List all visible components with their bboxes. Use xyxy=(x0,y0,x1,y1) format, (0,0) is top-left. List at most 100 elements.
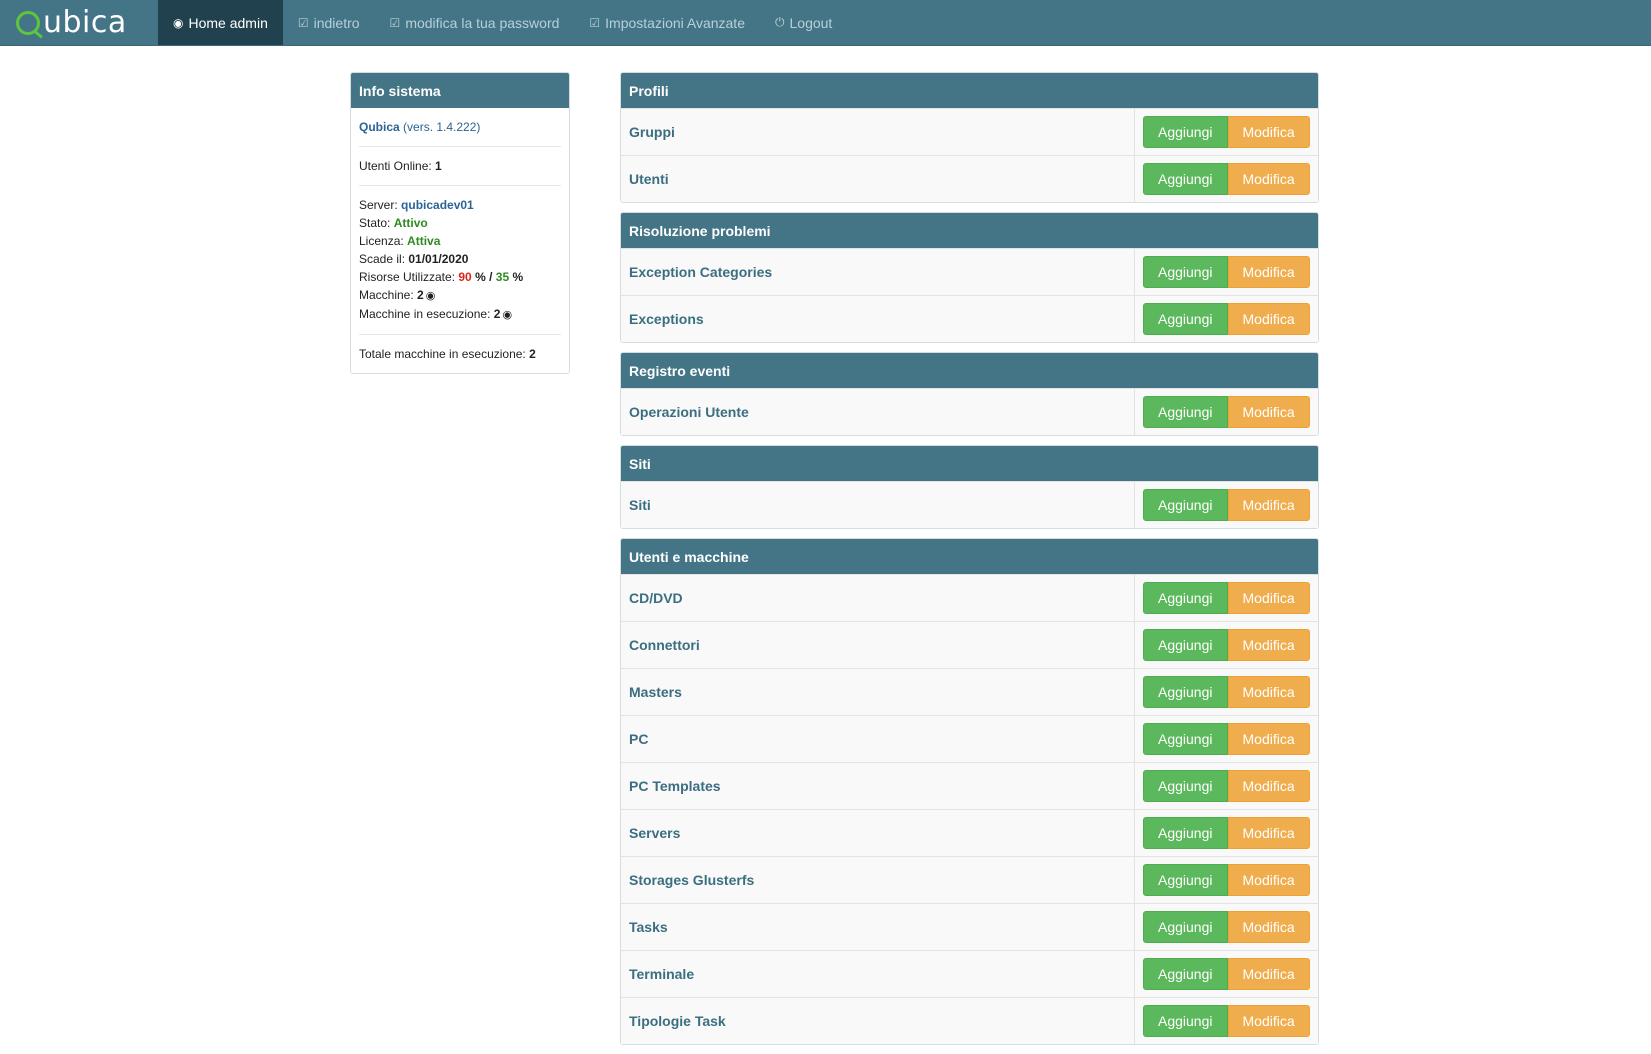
aggiungi-button[interactable]: Aggiungi xyxy=(1143,303,1228,335)
row-actions: Aggiungi Modifica xyxy=(1134,482,1318,528)
version-section: Qubica (vers. 1.4.222) xyxy=(359,108,561,147)
nav-label: Logout xyxy=(789,14,833,31)
aggiungi-button[interactable]: Aggiungi xyxy=(1143,396,1228,428)
eye-icon[interactable]: ◉ xyxy=(426,290,436,302)
aggiungi-button[interactable]: Aggiungi xyxy=(1143,256,1228,288)
row-actions: Aggiungi Modifica xyxy=(1134,575,1318,621)
aggiungi-button[interactable]: Aggiungi xyxy=(1143,1005,1228,1037)
section-risoluzione-problemi: Risoluzione problemi Exception Categories… xyxy=(620,212,1319,343)
aggiungi-button[interactable]: Aggiungi xyxy=(1143,629,1228,661)
risorse-pct: % xyxy=(512,270,524,284)
section-siti: Siti Siti Aggiungi Modifica xyxy=(620,445,1319,529)
row-pc: PC Aggiungi Modifica xyxy=(621,715,1318,762)
nav-logout[interactable]: ⏻ Logout xyxy=(760,0,847,45)
aggiungi-button[interactable]: Aggiungi xyxy=(1143,116,1228,148)
nav-impostazioni-avanzate[interactable]: ☑ Impostazioni Avanzate xyxy=(574,0,760,45)
aggiungi-button[interactable]: Aggiungi xyxy=(1143,489,1228,521)
edit-icon: ☑ xyxy=(297,15,309,30)
modifica-button[interactable]: Modifica xyxy=(1227,582,1310,614)
row-operazioni-utente: Operazioni Utente Aggiungi Modifica xyxy=(621,388,1318,435)
row-label: Storages Glusterfs xyxy=(629,872,755,888)
row-actions: Aggiungi Modifica xyxy=(1134,622,1318,668)
aggiungi-button[interactable]: Aggiungi xyxy=(1143,723,1228,755)
modifica-button[interactable]: Modifica xyxy=(1227,770,1310,802)
modifica-button[interactable]: Modifica xyxy=(1227,817,1310,849)
brand-logo[interactable]: ubica xyxy=(16,4,127,42)
modifica-button[interactable]: Modifica xyxy=(1227,958,1310,990)
modifica-button[interactable]: Modifica xyxy=(1227,163,1310,195)
nav-indietro[interactable]: ☑ indietro xyxy=(283,0,375,45)
aggiungi-button[interactable]: Aggiungi xyxy=(1143,676,1228,708)
section-title: Risoluzione problemi xyxy=(621,213,1318,248)
modifica-button[interactable]: Modifica xyxy=(1227,676,1310,708)
row-actions: Aggiungi Modifica xyxy=(1134,249,1318,295)
row-label: PC Templates xyxy=(629,778,721,794)
modifica-button[interactable]: Modifica xyxy=(1227,489,1310,521)
row-label: Servers xyxy=(629,825,681,841)
scade-label: Scade il: xyxy=(359,252,406,266)
nav-label: indietro xyxy=(313,14,360,31)
row-exception-categories: Exception Categories Aggiungi Modifica xyxy=(621,248,1318,295)
modifica-button[interactable]: Modifica xyxy=(1227,864,1310,896)
edit-icon: ☑ xyxy=(589,15,601,30)
modifica-button[interactable]: Modifica xyxy=(1227,629,1310,661)
info-sistema-title: Info sistema xyxy=(351,73,569,108)
stato-value: Attivo xyxy=(393,216,428,230)
aggiungi-button[interactable]: Aggiungi xyxy=(1143,958,1228,990)
modifica-button[interactable]: Modifica xyxy=(1227,1005,1310,1037)
row-servers: Servers Aggiungi Modifica xyxy=(621,809,1318,856)
aggiungi-button[interactable]: Aggiungi xyxy=(1143,163,1228,195)
risorse-value-b: 35 xyxy=(495,270,510,284)
nav-modifica-password[interactable]: ☑ modifica la tua password xyxy=(375,0,575,45)
modifica-button[interactable]: Modifica xyxy=(1227,396,1310,428)
online-label: Utenti Online: xyxy=(359,159,432,173)
aggiungi-button[interactable]: Aggiungi xyxy=(1143,770,1228,802)
section-profili: Profili Gruppi Aggiungi Modifica Utenti Aggiu… xyxy=(620,72,1319,203)
modifica-button[interactable]: Modifica xyxy=(1227,256,1310,288)
row-label: PC xyxy=(629,731,649,747)
row-tasks: Tasks Aggiungi Modifica xyxy=(621,903,1318,950)
modifica-button[interactable]: Modifica xyxy=(1227,911,1310,943)
row-actions: Aggiungi Modifica xyxy=(1134,763,1318,809)
row-exceptions: Exceptions Aggiungi Modifica xyxy=(621,295,1318,342)
nav-home-admin[interactable]: ◉ Home admin xyxy=(158,0,283,45)
row-cd-dvd: CD/DVD Aggiungi Modifica xyxy=(621,574,1318,621)
modifica-button[interactable]: Modifica xyxy=(1227,116,1310,148)
top-navbar: ubica ◉ Home admin ☑ indietro ☑ modifica la t… xyxy=(0,0,1651,46)
exec-value: 2 xyxy=(493,307,501,321)
row-label: Gruppi xyxy=(629,124,675,140)
risorse-label: Risorse Utilizzate: xyxy=(359,270,456,284)
stato-label: Stato: xyxy=(359,216,391,230)
row-label: Exceptions xyxy=(629,311,704,327)
row-siti: Siti Aggiungi Modifica xyxy=(621,481,1318,528)
section-title: Registro eventi xyxy=(621,353,1318,388)
row-label: CD/DVD xyxy=(629,590,683,606)
row-terminale: Terminale Aggiungi Modifica xyxy=(621,950,1318,997)
aggiungi-button[interactable]: Aggiungi xyxy=(1143,864,1228,896)
section-title: Profili xyxy=(621,73,1318,108)
eye-icon: ◉ xyxy=(173,15,184,30)
eye-icon[interactable]: ◉ xyxy=(502,309,512,321)
section-registro-eventi: Registro eventi Operazioni Utente Aggiungi… xyxy=(620,352,1319,436)
online-value: 1 xyxy=(435,159,442,173)
logo-q-icon xyxy=(16,11,40,35)
app-name: Qubica xyxy=(359,120,400,134)
row-label: Connettori xyxy=(629,637,700,653)
totale-label: Totale macchine in esecuzione: xyxy=(359,347,526,361)
risorse-sep: % / xyxy=(475,270,493,284)
aggiungi-button[interactable]: Aggiungi xyxy=(1143,582,1228,614)
info-sistema-panel: Info sistema Qubica (vers. 1.4.222) Uten… xyxy=(350,72,570,374)
section-title: Siti xyxy=(621,446,1318,481)
server-section: Server: qubicadev01 Stato: Attivo Licenz… xyxy=(359,186,561,335)
row-actions: Aggiungi Modifica xyxy=(1134,296,1318,342)
aggiungi-button[interactable]: Aggiungi xyxy=(1143,911,1228,943)
aggiungi-button[interactable]: Aggiungi xyxy=(1143,817,1228,849)
edit-icon: ☑ xyxy=(389,15,401,30)
modifica-button[interactable]: Modifica xyxy=(1227,723,1310,755)
row-actions: Aggiungi Modifica xyxy=(1134,156,1318,202)
row-label: Exception Categories xyxy=(629,264,773,280)
section-utenti-e-macchine: Utenti e macchine CD/DVD Aggiungi Modifica C… xyxy=(620,538,1319,1045)
modifica-button[interactable]: Modifica xyxy=(1227,303,1310,335)
nav-label: Impostazioni Avanzate xyxy=(605,14,745,31)
exec-label: Macchine in esecuzione: xyxy=(359,307,491,321)
